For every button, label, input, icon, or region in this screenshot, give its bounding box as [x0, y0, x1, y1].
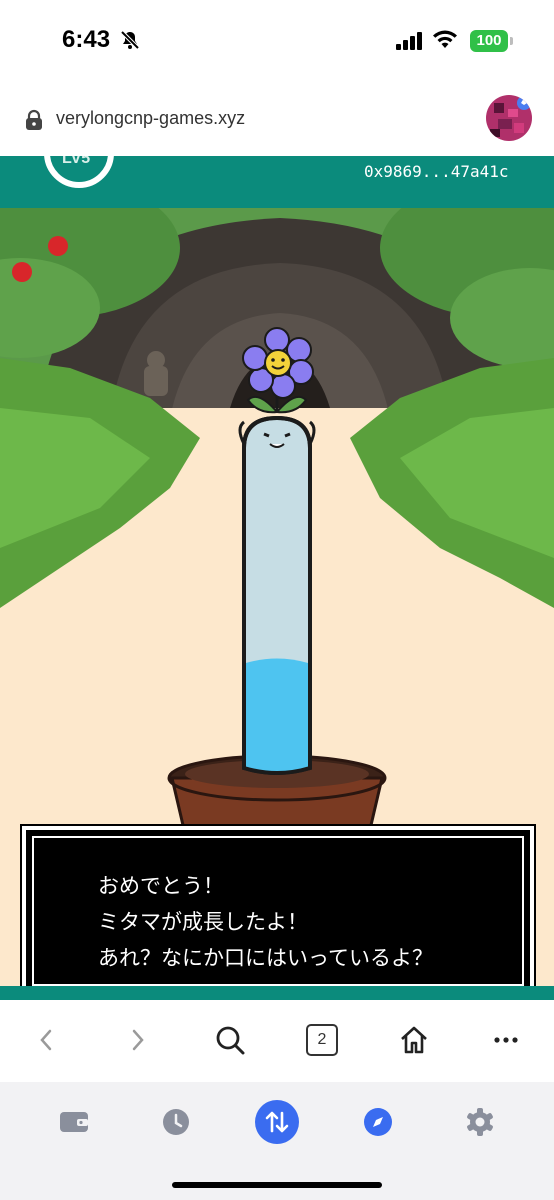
clock-icon: [163, 1109, 189, 1135]
search-icon: [216, 1026, 245, 1055]
status-time: 6:43: [62, 26, 111, 53]
compass-icon: [364, 1108, 392, 1136]
swap-icon: [255, 1100, 299, 1144]
back-button[interactable]: [26, 1020, 66, 1060]
home-button[interactable]: [394, 1020, 434, 1060]
tab-settings[interactable]: [456, 1098, 504, 1146]
tab-swap[interactable]: [253, 1098, 301, 1146]
more-icon: [494, 1037, 518, 1043]
more-button[interactable]: [486, 1020, 526, 1060]
dialog-line-3: あれ？なにか口にはいっているよ？: [98, 946, 433, 970]
browser-toolbar: 2: [0, 1000, 554, 1082]
battery-cap: [510, 37, 513, 45]
forward-button[interactable]: [118, 1020, 158, 1060]
bell-muted-icon: [120, 30, 140, 50]
game-footer-strip: [0, 986, 554, 1000]
chevron-right-icon: [132, 1029, 144, 1051]
lock-icon: [26, 109, 42, 130]
dialog-box[interactable]: おめでとう！ ミタマが成長したよ！ あれ？なにか口にはいっているよ？: [20, 824, 536, 998]
url-text[interactable]: verylongcnp-games.xyz: [56, 108, 245, 129]
home-icon: [401, 1026, 427, 1054]
chevron-left-icon: [40, 1029, 52, 1051]
game-header: LV5 0x9869...47a41c: [0, 156, 554, 208]
search-button[interactable]: [210, 1020, 250, 1060]
signal-icon: [396, 32, 422, 50]
tab-explore[interactable]: [354, 1098, 402, 1146]
tab-history[interactable]: [152, 1098, 200, 1146]
tabs-button[interactable]: 2: [306, 1024, 338, 1056]
wifi-icon: [433, 30, 457, 48]
home-indicator: [172, 1182, 382, 1188]
dialog-line-2: ミタマが成長したよ！: [98, 910, 308, 934]
battery-indicator: 100: [470, 30, 508, 52]
dialog-line-1: おめでとう！: [98, 874, 224, 898]
account-avatar[interactable]: [486, 95, 532, 141]
avatar-pixel-art: [486, 95, 532, 141]
gear-icon: [467, 1108, 493, 1136]
wallet-icon: [60, 1112, 88, 1132]
url-bar[interactable]: verylongcnp-games.xyz: [0, 88, 554, 154]
level-label: LV5: [62, 156, 91, 167]
tab-wallet[interactable]: [50, 1098, 98, 1146]
wallet-address[interactable]: 0x9869...47a41c: [364, 162, 509, 181]
status-bar: 6:43 100: [0, 0, 554, 80]
